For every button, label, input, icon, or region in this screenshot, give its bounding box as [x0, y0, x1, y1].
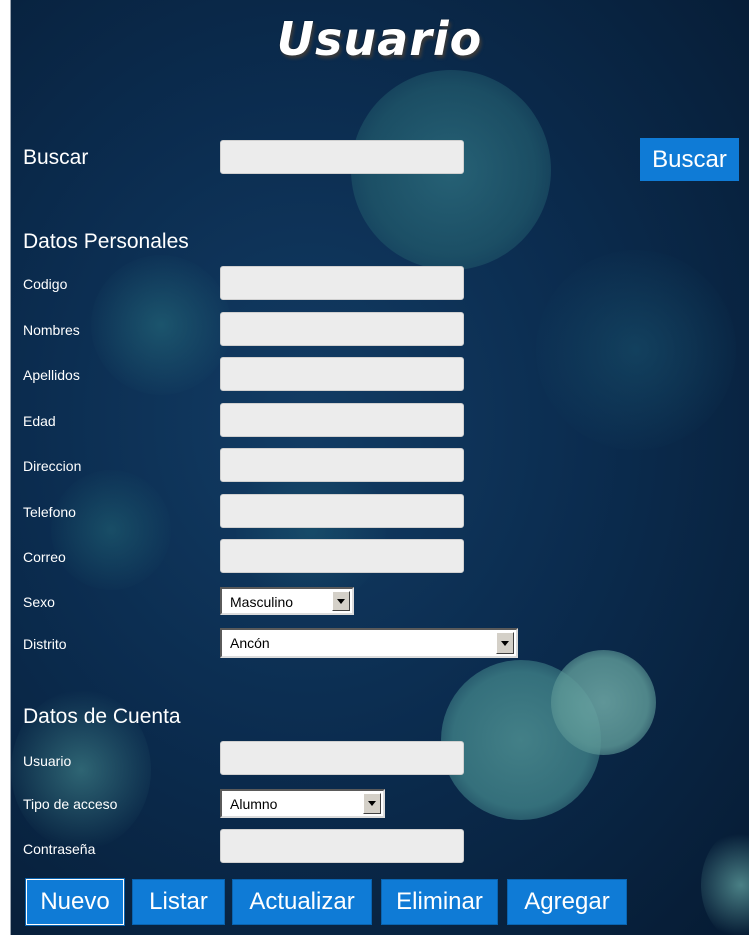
search-label: Buscar: [23, 146, 89, 169]
bokeh-decoration: [91, 255, 231, 395]
eliminar-button[interactable]: Eliminar: [381, 879, 498, 925]
apellidos-label: Apellidos: [23, 367, 80, 383]
tipo-acceso-label: Tipo de acceso: [23, 796, 118, 812]
chevron-down-icon[interactable]: [496, 632, 514, 654]
actualizar-button[interactable]: Actualizar: [232, 879, 372, 925]
sexo-selected-value: Masculino: [230, 594, 294, 610]
bokeh-decoration: [441, 660, 601, 820]
apellidos-input[interactable]: [220, 357, 464, 391]
personal-data-heading: Datos Personales: [23, 230, 189, 253]
account-data-heading: Datos de Cuenta: [23, 705, 181, 728]
edad-input[interactable]: [220, 403, 464, 437]
bokeh-decoration: [536, 250, 736, 450]
bokeh-decoration: [551, 650, 656, 755]
page-title: Usuario: [276, 12, 483, 66]
edad-label: Edad: [23, 413, 56, 429]
correo-label: Correo: [23, 549, 66, 565]
contrasena-label: Contraseña: [23, 841, 96, 857]
listar-button[interactable]: Listar: [132, 879, 225, 925]
codigo-label: Codigo: [23, 276, 68, 292]
distrito-select[interactable]: Ancón: [220, 628, 518, 658]
chevron-down-icon[interactable]: [332, 591, 350, 611]
sexo-label: Sexo: [23, 594, 55, 610]
tipo-acceso-selected-value: Alumno: [230, 796, 278, 812]
direccion-input[interactable]: [220, 448, 464, 482]
nombres-label: Nombres: [23, 322, 80, 338]
distrito-label: Distrito: [23, 636, 67, 652]
usuario-label: Usuario: [23, 753, 72, 769]
password-input[interactable]: [220, 829, 464, 863]
nombres-input[interactable]: [220, 312, 464, 346]
agregar-button[interactable]: Agregar: [507, 879, 627, 925]
codigo-input[interactable]: [220, 266, 464, 300]
search-button[interactable]: Buscar: [640, 138, 739, 181]
chevron-down-icon[interactable]: [363, 793, 381, 814]
telefono-label: Telefono: [23, 504, 76, 520]
search-input[interactable]: [220, 140, 464, 174]
direccion-label: Direccion: [23, 458, 82, 474]
sexo-select[interactable]: Masculino: [220, 587, 354, 615]
tipo-acceso-select[interactable]: Alumno: [220, 789, 385, 818]
telefono-input[interactable]: [220, 494, 464, 528]
bokeh-decoration: [701, 830, 749, 935]
nuevo-button[interactable]: Nuevo: [25, 878, 125, 926]
distrito-selected-value: Ancón: [230, 635, 270, 651]
usuario-input[interactable]: [220, 741, 464, 775]
bokeh-decoration: [51, 470, 171, 590]
correo-input[interactable]: [220, 539, 464, 573]
